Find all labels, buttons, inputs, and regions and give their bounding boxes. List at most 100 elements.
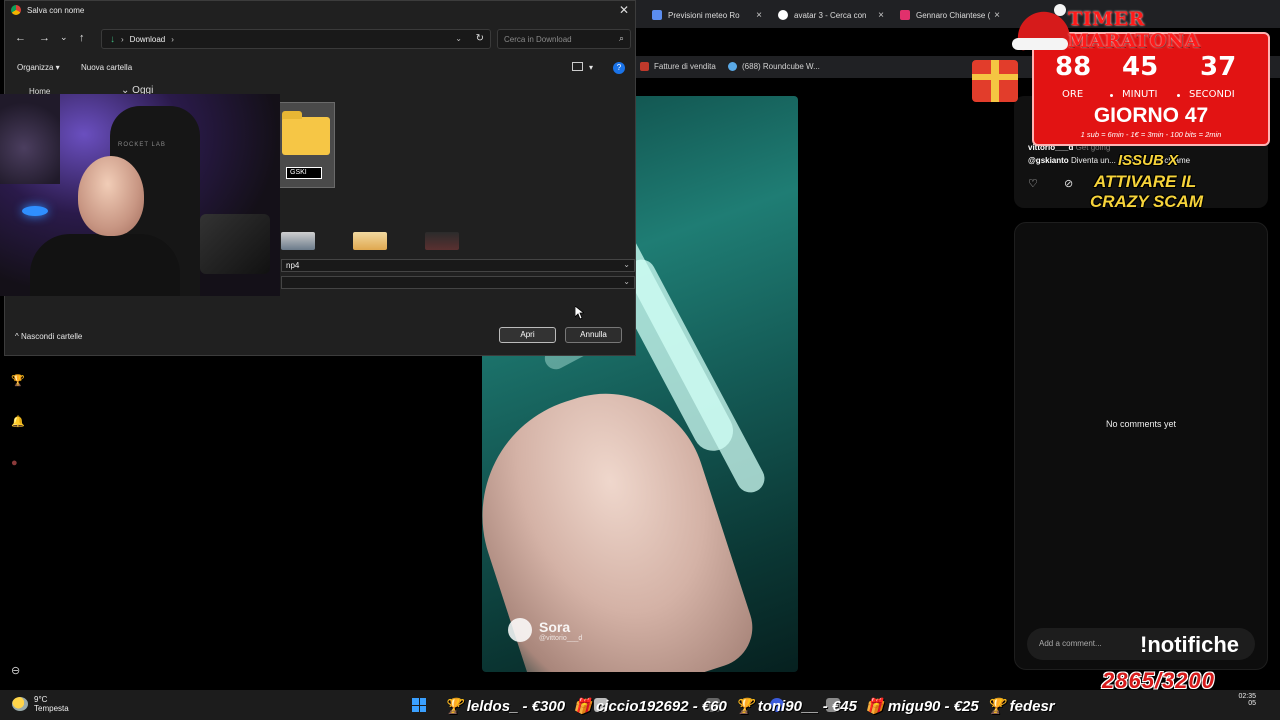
view-icon[interactable]: [572, 62, 583, 71]
tab-close-icon[interactable]: ×: [756, 10, 768, 21]
file-thumbnail[interactable]: [281, 232, 315, 250]
chevron-right-icon[interactable]: ›: [171, 35, 174, 44]
clock-time: 02:35: [1238, 693, 1256, 700]
blue-light: [22, 206, 48, 216]
notifiche-command: !notifiche: [1140, 632, 1239, 657]
bookmark-label: Fatture di vendita: [654, 62, 716, 71]
search-input[interactable]: Cerca in Download ⌕: [497, 29, 631, 49]
google-icon: [778, 10, 788, 20]
timer-minutes-label: MINUTI: [1122, 89, 1158, 100]
address-bar[interactable]: ↓ › Download › ⌄ ↻: [101, 29, 491, 49]
avatar-icon[interactable]: ●: [11, 457, 18, 469]
tab-weather[interactable]: Previsioni meteo Ro ×: [644, 4, 768, 26]
open-button[interactable]: Apri: [499, 327, 556, 343]
filetype-select[interactable]: ⌄: [281, 276, 635, 289]
breadcrumb-download[interactable]: Download: [130, 35, 166, 44]
timer-day: GIORNO 47: [1093, 104, 1209, 127]
tab-close-icon[interactable]: ×: [878, 10, 890, 21]
tab-label: Previsioni meteo Ro: [668, 10, 740, 20]
share-icon[interactable]: ⊘: [1064, 177, 1073, 190]
trophy-icon[interactable]: 🏆: [11, 374, 25, 387]
weather-widget[interactable]: 9°C Tempesta: [12, 695, 69, 713]
file-thumbnail[interactable]: [425, 232, 459, 250]
chevron-down-icon[interactable]: ⌄: [623, 260, 630, 269]
bookmark-label: (688) Roundcube W...: [742, 62, 820, 71]
new-folder-button[interactable]: Nuova cartella: [81, 63, 132, 72]
bookmark-fatture[interactable]: Fatture di vendita: [640, 62, 716, 71]
comment-user[interactable]: @gskianto: [1028, 156, 1069, 165]
organize-button[interactable]: Organizza ▾: [17, 63, 60, 72]
dialog-title: Salva con nome: [27, 5, 85, 15]
rename-input[interactable]: GSKI: [286, 167, 322, 179]
hide-folders-toggle[interactable]: ^ Nascondi cartelle: [15, 332, 82, 341]
bookmark-roundcube[interactable]: (688) Roundcube W...: [728, 62, 820, 71]
search-icon: ⌕: [618, 33, 624, 43]
sora-username: @vittorio___d: [539, 634, 583, 642]
trophy-icon: 🏆: [986, 698, 1006, 715]
file-thumbnail[interactable]: [353, 232, 387, 250]
bookmark-icon: [640, 62, 649, 71]
timer-title: TIMER MARATONA: [1068, 8, 1201, 52]
tab-label: Gennaro Chiantese (: [916, 10, 991, 20]
instagram-icon: [900, 10, 910, 20]
ticker-name: fedesr: [1009, 698, 1055, 715]
back-icon[interactable]: ←: [15, 32, 26, 44]
clock-date: 05: [1248, 700, 1256, 707]
timer-separator: [1110, 94, 1113, 97]
dialog-title-bar: Salva con nome: [11, 5, 84, 15]
timer-rates: 1 sub = 6min - 1€ = 3min - 100 bits = 2m…: [1080, 130, 1222, 139]
temperature: 9°C: [34, 695, 48, 704]
cancel-button[interactable]: Annulla: [565, 327, 622, 343]
trophy-icon: 🏆: [735, 698, 754, 715]
ticker-amount: €60: [701, 698, 727, 715]
help-icon[interactable]: ?: [613, 62, 625, 74]
filename-value: np4: [286, 261, 300, 270]
attivare-text: ATTIVARE IL: [1094, 172, 1197, 191]
webcam-overlay: ROCKET LAB: [0, 94, 280, 296]
heart-icon[interactable]: ♡: [1028, 177, 1038, 190]
system-clock[interactable]: 02:35 05: [1238, 693, 1256, 707]
timer-seconds: 37: [1200, 52, 1237, 82]
hide-folders-label: Nascondi cartelle: [21, 332, 83, 341]
timer-separator: [1177, 94, 1180, 97]
ticker-name: leldos_: [466, 698, 519, 715]
download-icon: ↓: [110, 33, 115, 45]
ticker-amount: €300: [531, 698, 566, 715]
up-icon[interactable]: ↑: [79, 32, 85, 44]
view-dropdown-icon[interactable]: ▾: [589, 63, 593, 72]
search-placeholder: Cerca in Download: [504, 35, 572, 44]
sora-watermark: Sora @vittorio___d: [508, 618, 582, 642]
bell-icon[interactable]: 🔔: [11, 415, 25, 428]
timer-hours-label: ORE: [1062, 89, 1084, 100]
gift-icon: 🎁: [573, 698, 592, 715]
chevron-up-icon: ^: [15, 332, 19, 341]
recent-locations-icon[interactable]: ⌄: [60, 32, 68, 43]
dialog-toolbar: Organizza ▾ Nuova cartella ▾ ?: [5, 59, 635, 77]
settings-icon[interactable]: ⊖: [11, 664, 20, 677]
streamer-head: [78, 156, 144, 236]
tab-google-search[interactable]: avatar 3 - Cerca con ×: [770, 4, 890, 26]
windows-start-icon[interactable]: [412, 698, 426, 712]
no-comments-label: No comments yet: [1105, 419, 1177, 429]
address-dropdown-icon[interactable]: ⌄: [455, 34, 462, 43]
new-folder-item[interactable]: GSKI: [277, 102, 335, 188]
forward-icon[interactable]: →: [39, 32, 50, 44]
timer-minutes: 45: [1122, 52, 1159, 82]
weather-condition: Tempesta: [34, 704, 69, 713]
close-icon[interactable]: ✕: [619, 3, 629, 17]
refresh-icon[interactable]: ↻: [476, 33, 484, 44]
chevron-right-icon: ›: [121, 34, 124, 44]
tab-close-icon[interactable]: ×: [994, 10, 1006, 21]
folder-icon: [282, 111, 330, 155]
sora-brand: Sora: [539, 618, 571, 635]
microphone: [200, 214, 270, 274]
donation-ticker: 🏆 leldos_ - €300 🎁 ciccio192692 - €60 🏆 ton…: [444, 698, 1055, 715]
filename-field[interactable]: np4 ⌄: [281, 259, 635, 272]
chevron-down-icon[interactable]: ⌄: [623, 277, 630, 286]
streamer-body: [30, 234, 180, 296]
issub-text: ISSUB X: [1118, 152, 1179, 169]
comments-panel: No comments yet: [1014, 222, 1268, 670]
ticker-name: migu90: [887, 698, 941, 715]
tab-instagram[interactable]: Gennaro Chiantese ( ×: [892, 4, 1006, 26]
webcam-background: [0, 94, 60, 184]
